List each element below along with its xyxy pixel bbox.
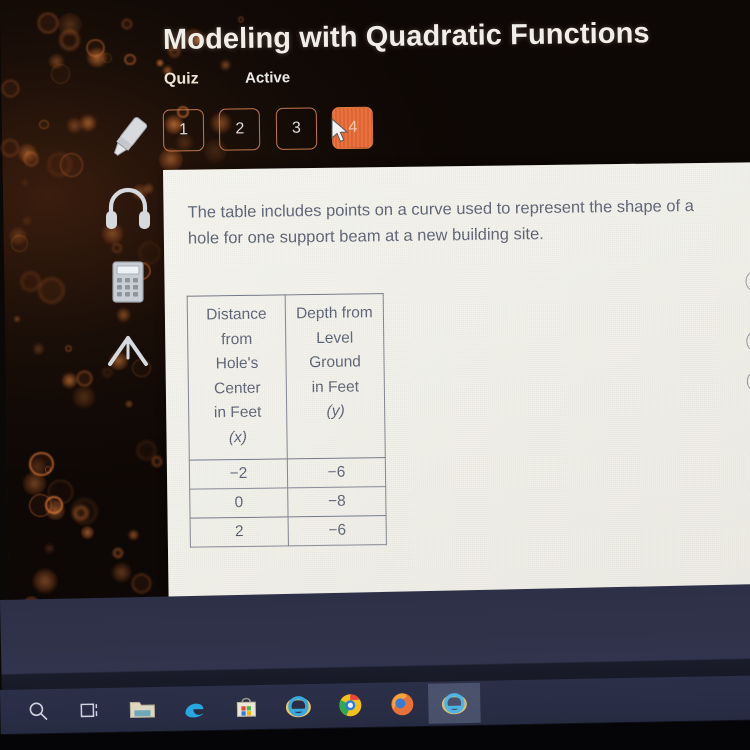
taskbar-store[interactable]	[220, 687, 273, 728]
taskbar-file-explorer[interactable]	[116, 689, 169, 730]
calculator-icon	[112, 261, 144, 303]
cell-x-2: 2	[190, 516, 289, 548]
edge-icon	[185, 703, 204, 718]
cell-x-0: −2	[189, 458, 288, 490]
quiz-meta-row: Quiz Active	[164, 69, 290, 89]
question-button-3-label: 3	[291, 119, 301, 137]
firefox-icon	[391, 693, 414, 716]
table-row: 2 −6	[190, 515, 387, 548]
question-panel: The table includes points on a curve use…	[163, 162, 750, 658]
taskbar-search[interactable]	[12, 691, 65, 732]
taskbar-edge[interactable]	[168, 688, 221, 729]
question-button-2-label: 2	[235, 120, 245, 138]
monitor-photo: Modeling with Quadratic Functions Quiz A…	[0, 0, 750, 750]
table-header-row: Distance from Hole's Center in Feet (x) …	[187, 293, 386, 461]
cell-x-1: 0	[189, 487, 289, 519]
cell-y-1: −8	[287, 486, 387, 517]
column-header-x: Distance from Hole's Center in Feet (x)	[187, 294, 288, 461]
task-view-icon	[80, 703, 98, 718]
table-row: −2 −6	[189, 457, 386, 490]
tool-audio[interactable]	[98, 180, 160, 252]
quiz-label: Quiz	[163, 70, 199, 88]
question-button-3[interactable]: 3	[275, 107, 318, 150]
ie-icon	[285, 696, 311, 718]
column-header-y: Depth from Level Ground in Feet (y)	[285, 293, 386, 459]
answer-radio-2[interactable]	[746, 330, 750, 353]
status-badge: Active	[244, 69, 291, 87]
taskbar-internet-explorer[interactable]	[272, 686, 325, 727]
question-button-1-label: 1	[178, 121, 189, 139]
store-icon	[236, 697, 257, 717]
cell-y-2: −6	[288, 515, 387, 546]
question-navigation[interactable]: 1 2 3 4	[162, 106, 385, 152]
data-table: Distance from Hole's Center in Feet (x) …	[187, 293, 387, 548]
tool-highlighter[interactable]	[98, 108, 160, 180]
answer-radio-1[interactable]	[745, 270, 750, 293]
folder-icon	[129, 701, 156, 719]
tool-sidebar[interactable]	[98, 108, 160, 396]
headphones-icon	[106, 187, 150, 229]
mouse-cursor-icon	[331, 118, 349, 143]
question-button-2[interactable]: 2	[219, 108, 261, 151]
taskbar-firefox[interactable]	[376, 684, 429, 725]
tool-calculator[interactable]	[98, 252, 160, 324]
chrome-icon	[339, 694, 362, 717]
compass-icon	[108, 336, 148, 366]
question-text: The table includes points on a curve use…	[187, 197, 694, 248]
search-icon	[29, 702, 48, 720]
tool-protractor[interactable]	[98, 324, 160, 396]
taskbar-internet-explorer-active[interactable]	[427, 682, 481, 724]
ie-icon	[441, 693, 467, 715]
question-button-1[interactable]: 1	[162, 108, 205, 152]
page-title: Modeling with Quadratic Functions	[162, 17, 650, 57]
table-row: 0 −8	[189, 486, 387, 519]
highlighter-icon	[113, 117, 148, 156]
taskbar-chrome[interactable]	[324, 685, 377, 726]
cell-y-0: −6	[287, 457, 386, 488]
taskbar-task-view[interactable]	[64, 690, 117, 731]
